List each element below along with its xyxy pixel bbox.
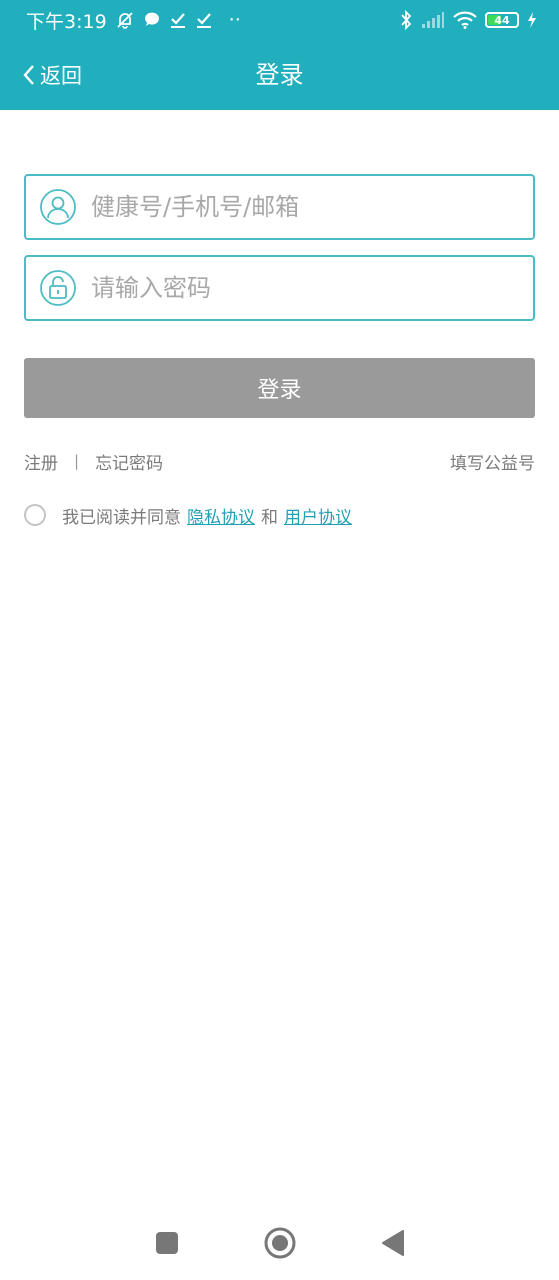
agreement-text: 我已阅读并同意: [62, 507, 181, 528]
status-right: 44: [399, 10, 537, 30]
password-field[interactable]: [24, 255, 535, 321]
user-agreement-link[interactable]: 用户协议: [284, 503, 352, 528]
agree-checkbox[interactable]: [24, 504, 46, 526]
wifi-icon: [453, 11, 477, 29]
forgot-password-link[interactable]: 忘记密码: [95, 449, 163, 474]
home-icon: [263, 1226, 297, 1264]
page-title: 登录: [255, 61, 304, 89]
privacy-agreement-link[interactable]: 隐私协议: [187, 503, 255, 528]
auth-links: 注册 | 忘记密码 填写公益号: [24, 448, 535, 474]
status-more-dots: ··: [228, 9, 241, 31]
login-button[interactable]: 登录: [24, 358, 535, 418]
check-icon: [195, 11, 213, 29]
mute-bell-icon: [115, 10, 135, 30]
account-field[interactable]: [24, 174, 535, 240]
home-button[interactable]: [258, 1223, 302, 1267]
agreement-row: 我已阅读并同意 隐私协议 和 用户协议: [24, 502, 358, 528]
chat-bubble-icon: [143, 11, 161, 29]
system-back-button[interactable]: [371, 1223, 415, 1267]
charging-bolt-icon: [527, 12, 537, 28]
status-time: 下午3:19: [26, 10, 107, 33]
status-left: 下午3:19 ··: [26, 7, 241, 34]
recent-apps-icon: [155, 1231, 179, 1259]
password-input[interactable]: [91, 263, 533, 313]
nav-bar: 返回 登录: [0, 40, 559, 110]
register-link[interactable]: 注册: [24, 449, 58, 474]
status-bar: 下午3:19 ·· 44: [0, 0, 559, 40]
fill-public-number-link[interactable]: 填写公益号: [450, 449, 535, 474]
user-icon: [39, 188, 77, 226]
check-icon: [169, 11, 187, 29]
back-triangle-icon: [381, 1229, 405, 1261]
lock-icon: [39, 269, 77, 307]
agreement-and: 和: [261, 507, 278, 528]
battery-icon: 44: [485, 12, 519, 28]
recent-apps-button[interactable]: [145, 1223, 189, 1267]
bluetooth-icon: [399, 10, 413, 30]
system-nav-bar: [0, 1210, 559, 1280]
account-input[interactable]: [91, 182, 533, 232]
link-separator: |: [74, 452, 80, 470]
signal-icon: [421, 11, 445, 29]
battery-level: 44: [494, 13, 510, 27]
